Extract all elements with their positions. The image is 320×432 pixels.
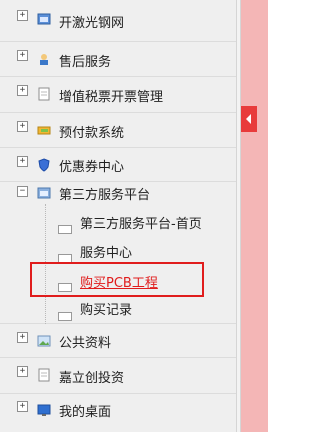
expand-icon[interactable]: + bbox=[17, 50, 28, 61]
menu-item-label: 开激光钢网 bbox=[59, 16, 125, 31]
expand-icon[interactable]: + bbox=[17, 10, 28, 21]
expand-icon[interactable]: + bbox=[17, 366, 28, 377]
wallet-icon bbox=[37, 126, 51, 135]
expand-icon[interactable]: + bbox=[17, 156, 28, 167]
menu-item-my-desktop[interactable]: + 我的桌面 bbox=[0, 394, 236, 432]
chevron-left-icon[interactable] bbox=[241, 106, 257, 132]
menu-item-label: 售后服务 bbox=[59, 55, 112, 70]
shield-icon bbox=[38, 158, 50, 172]
submenu-item-label: 购买记录 bbox=[80, 303, 133, 318]
expand-icon[interactable]: + bbox=[17, 121, 28, 132]
submenu-item-purchase-history[interactable]: 购买记录 bbox=[0, 294, 236, 322]
user-icon bbox=[40, 54, 48, 65]
side-menu: + 开激光钢网 + 售后服务 + 增值税票开票管理 + 预付款系统 + 优惠券中… bbox=[0, 0, 236, 432]
document-icon bbox=[38, 368, 50, 382]
menu-item-public-resources[interactable]: + 公共资料 bbox=[0, 324, 236, 358]
expand-icon[interactable]: + bbox=[17, 85, 28, 96]
desktop-icon bbox=[37, 404, 51, 416]
menu-item-label: 公共资料 bbox=[59, 336, 112, 351]
submenu-item-platform-home[interactable]: 第三方服务平台-首页 bbox=[0, 207, 236, 235]
page-icon bbox=[58, 312, 72, 321]
expand-icon[interactable]: + bbox=[17, 401, 28, 412]
menu-item-prepayment[interactable]: + 预付款系统 bbox=[0, 113, 236, 148]
menu-item-vat-invoice[interactable]: + 增值税票开票管理 bbox=[0, 77, 236, 113]
selection-highlight-box bbox=[30, 262, 204, 297]
collapse-sidebar-bar[interactable] bbox=[241, 0, 268, 432]
image-icon bbox=[37, 335, 51, 347]
menu-item-after-sales[interactable]: + 售后服务 bbox=[0, 42, 236, 77]
submenu-item-service-center[interactable]: 服务中心 bbox=[0, 236, 236, 264]
submenu-item-label: 第三方服务平台-首页 bbox=[80, 217, 202, 232]
window-icon bbox=[37, 13, 51, 25]
menu-item-laser-stencil[interactable]: + 开激光钢网 bbox=[0, 0, 236, 42]
menu-item-label: 优惠券中心 bbox=[59, 160, 125, 175]
menu-item-jlc-investment[interactable]: + 嘉立创投资 bbox=[0, 358, 236, 394]
menu-item-label: 预付款系统 bbox=[59, 126, 125, 141]
expand-icon[interactable]: + bbox=[17, 332, 28, 343]
document-icon bbox=[38, 87, 50, 101]
window-icon bbox=[37, 187, 51, 199]
menu-item-label: 我的桌面 bbox=[59, 405, 112, 420]
menu-item-label: 嘉立创投资 bbox=[59, 371, 125, 386]
collapse-icon[interactable]: − bbox=[17, 186, 28, 197]
page-icon bbox=[58, 225, 72, 234]
menu-item-coupon-center[interactable]: + 优惠券中心 bbox=[0, 148, 236, 182]
menu-item-label: 第三方服务平台 bbox=[59, 188, 151, 203]
submenu-item-label: 服务中心 bbox=[80, 246, 133, 261]
menu-item-label: 增值税票开票管理 bbox=[59, 90, 164, 105]
